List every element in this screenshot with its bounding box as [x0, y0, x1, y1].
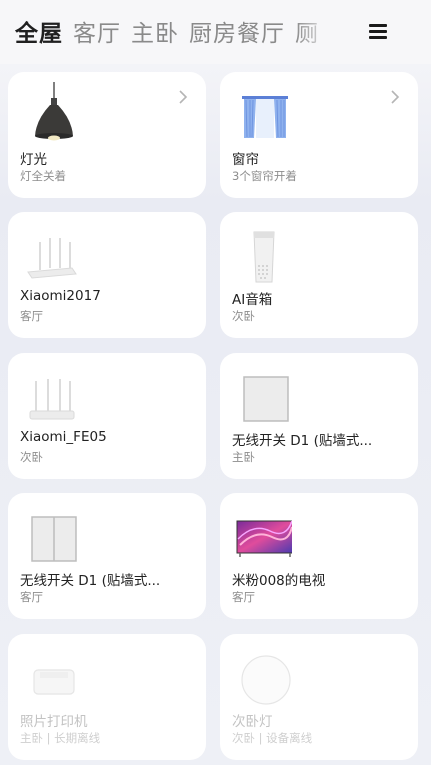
device-name: AI音箱 — [232, 292, 273, 308]
device-name: Xiaomi2017 — [20, 288, 101, 304]
device-card-curtains[interactable]: 窗帘 3个窗帘开着 — [220, 72, 418, 198]
curtain-icon — [242, 96, 288, 138]
tab-living-room[interactable]: 客厅 — [73, 18, 121, 50]
photo-printer-icon — [33, 669, 75, 695]
tabs-fade — [295, 18, 335, 52]
device-card-ai-speaker[interactable]: AI音箱 次卧 — [220, 212, 418, 338]
tv-icon — [236, 520, 292, 557]
top-bar: 全屋客厅主卧厨房餐厅厕 — [0, 0, 431, 64]
device-status: 次卧 | 设备离线 — [232, 731, 313, 745]
device-card-lights[interactable]: 灯光 灯全关着 — [8, 72, 206, 198]
wall-switch-double-icon — [31, 516, 77, 562]
device-name: 无线开关 D1 (贴墙式... — [232, 433, 373, 449]
device-status: 主卧 — [232, 450, 255, 464]
tab-kitchen-dining[interactable]: 厨房餐厅 — [189, 18, 285, 50]
device-card-router-xiaomi2017[interactable]: Xiaomi2017 客厅 — [8, 212, 206, 338]
device-card-router-fe05[interactable]: Xiaomi_FE05 次卧 — [8, 353, 206, 479]
wall-switch-single-icon — [243, 376, 289, 422]
device-status: 客厅 — [20, 590, 43, 604]
smart-speaker-icon — [253, 231, 275, 283]
device-status: 灯全关着 — [20, 169, 66, 183]
pendant-lamp-icon — [35, 82, 73, 141]
device-status: 主卧 | 长期离线 — [20, 731, 101, 745]
device-name: 窗帘 — [232, 152, 259, 168]
device-card-bedroom-light[interactable]: 次卧灯 次卧 | 设备离线 — [220, 634, 418, 760]
device-card-wall-switch-bedroom[interactable]: 无线开关 D1 (贴墙式... 主卧 — [220, 353, 418, 479]
device-card-photo-printer[interactable]: 照片打印机 主卧 | 长期离线 — [8, 634, 206, 760]
router-icon — [27, 238, 77, 279]
device-status: 客厅 — [232, 590, 255, 604]
device-card-tv[interactable]: 米粉008的电视 客厅 — [220, 493, 418, 619]
device-status: 3个窗帘开着 — [232, 169, 297, 183]
device-status: 次卧 — [20, 450, 43, 464]
chevron-right-icon[interactable] — [390, 90, 400, 104]
device-status: 次卧 — [232, 309, 255, 323]
device-name: 米粉008的电视 — [232, 573, 326, 589]
device-name: 灯光 — [20, 152, 47, 168]
device-name: 无线开关 D1 (贴墙式... — [20, 573, 161, 589]
device-name: 次卧灯 — [232, 714, 273, 730]
device-card-wall-switch-living[interactable]: 无线开关 D1 (贴墙式... 客厅 — [8, 493, 206, 619]
device-name: Xiaomi_FE05 — [20, 429, 107, 445]
ceiling-light-icon — [241, 655, 291, 705]
room-tabs: 全屋客厅主卧厨房餐厅厕 — [15, 18, 335, 52]
tab-master-bedroom[interactable]: 主卧 — [131, 18, 179, 50]
device-name: 照片打印机 — [20, 714, 88, 730]
menu-icon[interactable] — [369, 24, 387, 40]
tab-whole-house[interactable]: 全屋 — [15, 18, 63, 50]
device-status: 客厅 — [20, 309, 43, 323]
chevron-right-icon[interactable] — [178, 90, 188, 104]
router-icon — [29, 379, 75, 420]
